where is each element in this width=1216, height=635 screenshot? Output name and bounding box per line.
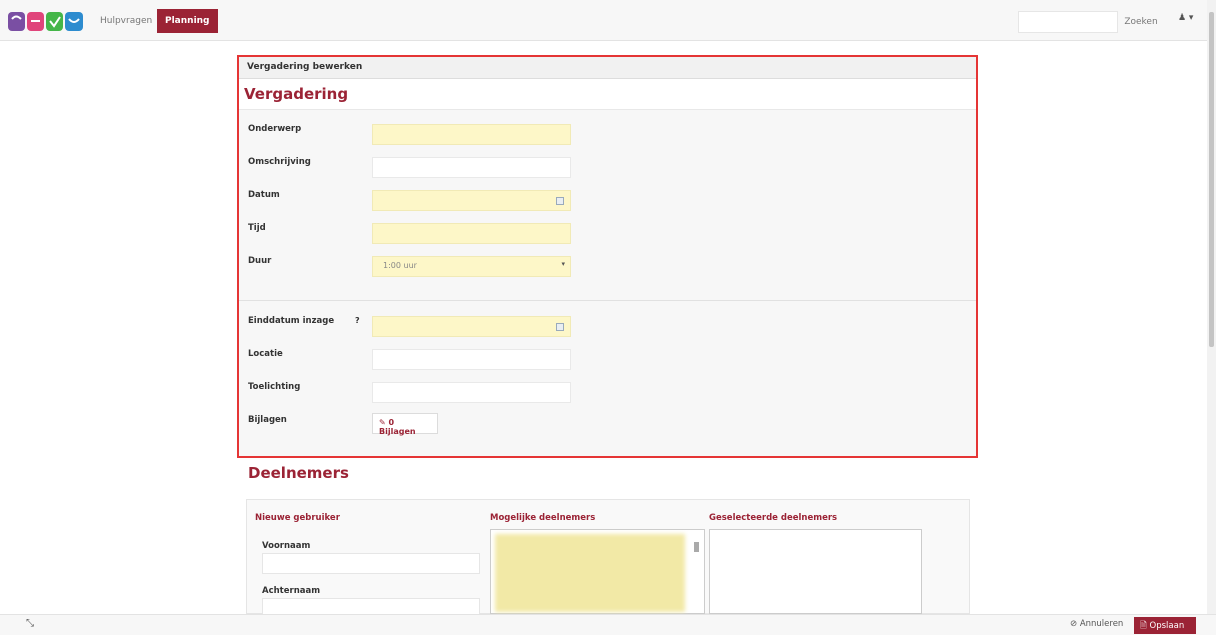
save-button[interactable]: 🗎 Opslaan	[1134, 617, 1196, 634]
calendar-icon[interactable]	[556, 197, 564, 205]
bijlagen-button[interactable]: ✎ 0 Bijlagen	[372, 413, 438, 436]
label-onderwerp: Onderwerp	[248, 124, 302, 134]
app-logo[interactable]	[8, 11, 85, 32]
label-einddatum-inzage: Einddatum inzage	[248, 316, 335, 326]
label-toelichting: Toelichting	[248, 382, 301, 392]
calendar-icon[interactable]	[556, 323, 564, 331]
form-divider	[239, 300, 976, 301]
blurred-participants	[495, 534, 685, 612]
nav-planning[interactable]: Planning	[157, 9, 218, 33]
label-achternaam: Achternaam	[262, 586, 321, 596]
label-omschrijving: Omschrijving	[248, 157, 311, 167]
list-scrollbar[interactable]	[694, 542, 699, 552]
label-bijlagen: Bijlagen	[248, 415, 287, 425]
section-title-deelnemers: Deelnemers	[248, 464, 349, 482]
nav-hulpvragen[interactable]: Hulpvragen	[92, 9, 160, 33]
geselecteerde-deelnemers-list[interactable]	[709, 529, 922, 614]
bottom-toolbar: ⤡ ⊘ Annuleren 🗎 Opslaan	[0, 614, 1216, 635]
meeting-form: Onderwerp Omschrijving Datum Tijd Duur 1…	[239, 109, 976, 456]
chevron-down-icon: ▾	[561, 260, 565, 268]
panel-heading: Vergadering bewerken	[239, 57, 976, 79]
mogelijke-deelnemers-list[interactable]	[490, 529, 705, 614]
meeting-edit-panel: Vergadering bewerken Vergadering Onderwe…	[237, 55, 978, 458]
nieuwe-gebruiker-title: Nieuwe gebruiker	[255, 513, 340, 523]
voornaam-input[interactable]	[262, 553, 480, 574]
page-scrollbar[interactable]	[1207, 0, 1216, 635]
expand-icon[interactable]: ⤡	[26, 618, 34, 629]
label-datum: Datum	[248, 190, 280, 200]
label-tijd: Tijd	[248, 223, 266, 233]
search-button[interactable]: Zoeken	[1119, 11, 1163, 33]
scrollbar-thumb[interactable]	[1209, 12, 1214, 347]
onderwerp-input[interactable]	[372, 124, 571, 145]
mogelijke-deelnemers-title: Mogelijke deelnemers	[490, 513, 596, 523]
top-navbar: Hulpvragen Planning Zoeken ♟ ▾	[0, 0, 1216, 41]
toelichting-input[interactable]	[372, 382, 571, 403]
cancel-button[interactable]: ⊘ Annuleren	[1070, 619, 1123, 629]
duur-value: 1:00 uur	[383, 261, 417, 270]
omschrijving-input[interactable]	[372, 157, 571, 178]
section-title-vergadering: Vergadering	[244, 85, 349, 103]
tijd-input[interactable]	[372, 223, 571, 244]
search-input[interactable]	[1018, 11, 1118, 33]
user-menu-icon[interactable]: ♟ ▾	[1178, 13, 1202, 31]
help-icon[interactable]: ?	[355, 316, 360, 325]
duur-select[interactable]: 1:00 uur ▾	[372, 256, 571, 277]
locatie-input[interactable]	[372, 349, 571, 370]
label-locatie: Locatie	[248, 349, 283, 359]
label-duur: Duur	[248, 256, 272, 266]
geselecteerde-deelnemers-title: Geselecteerde deelnemers	[709, 513, 838, 523]
datum-input[interactable]	[372, 190, 571, 211]
label-voornaam: Voornaam	[262, 541, 311, 551]
einddatum-inzage-input[interactable]	[372, 316, 571, 337]
